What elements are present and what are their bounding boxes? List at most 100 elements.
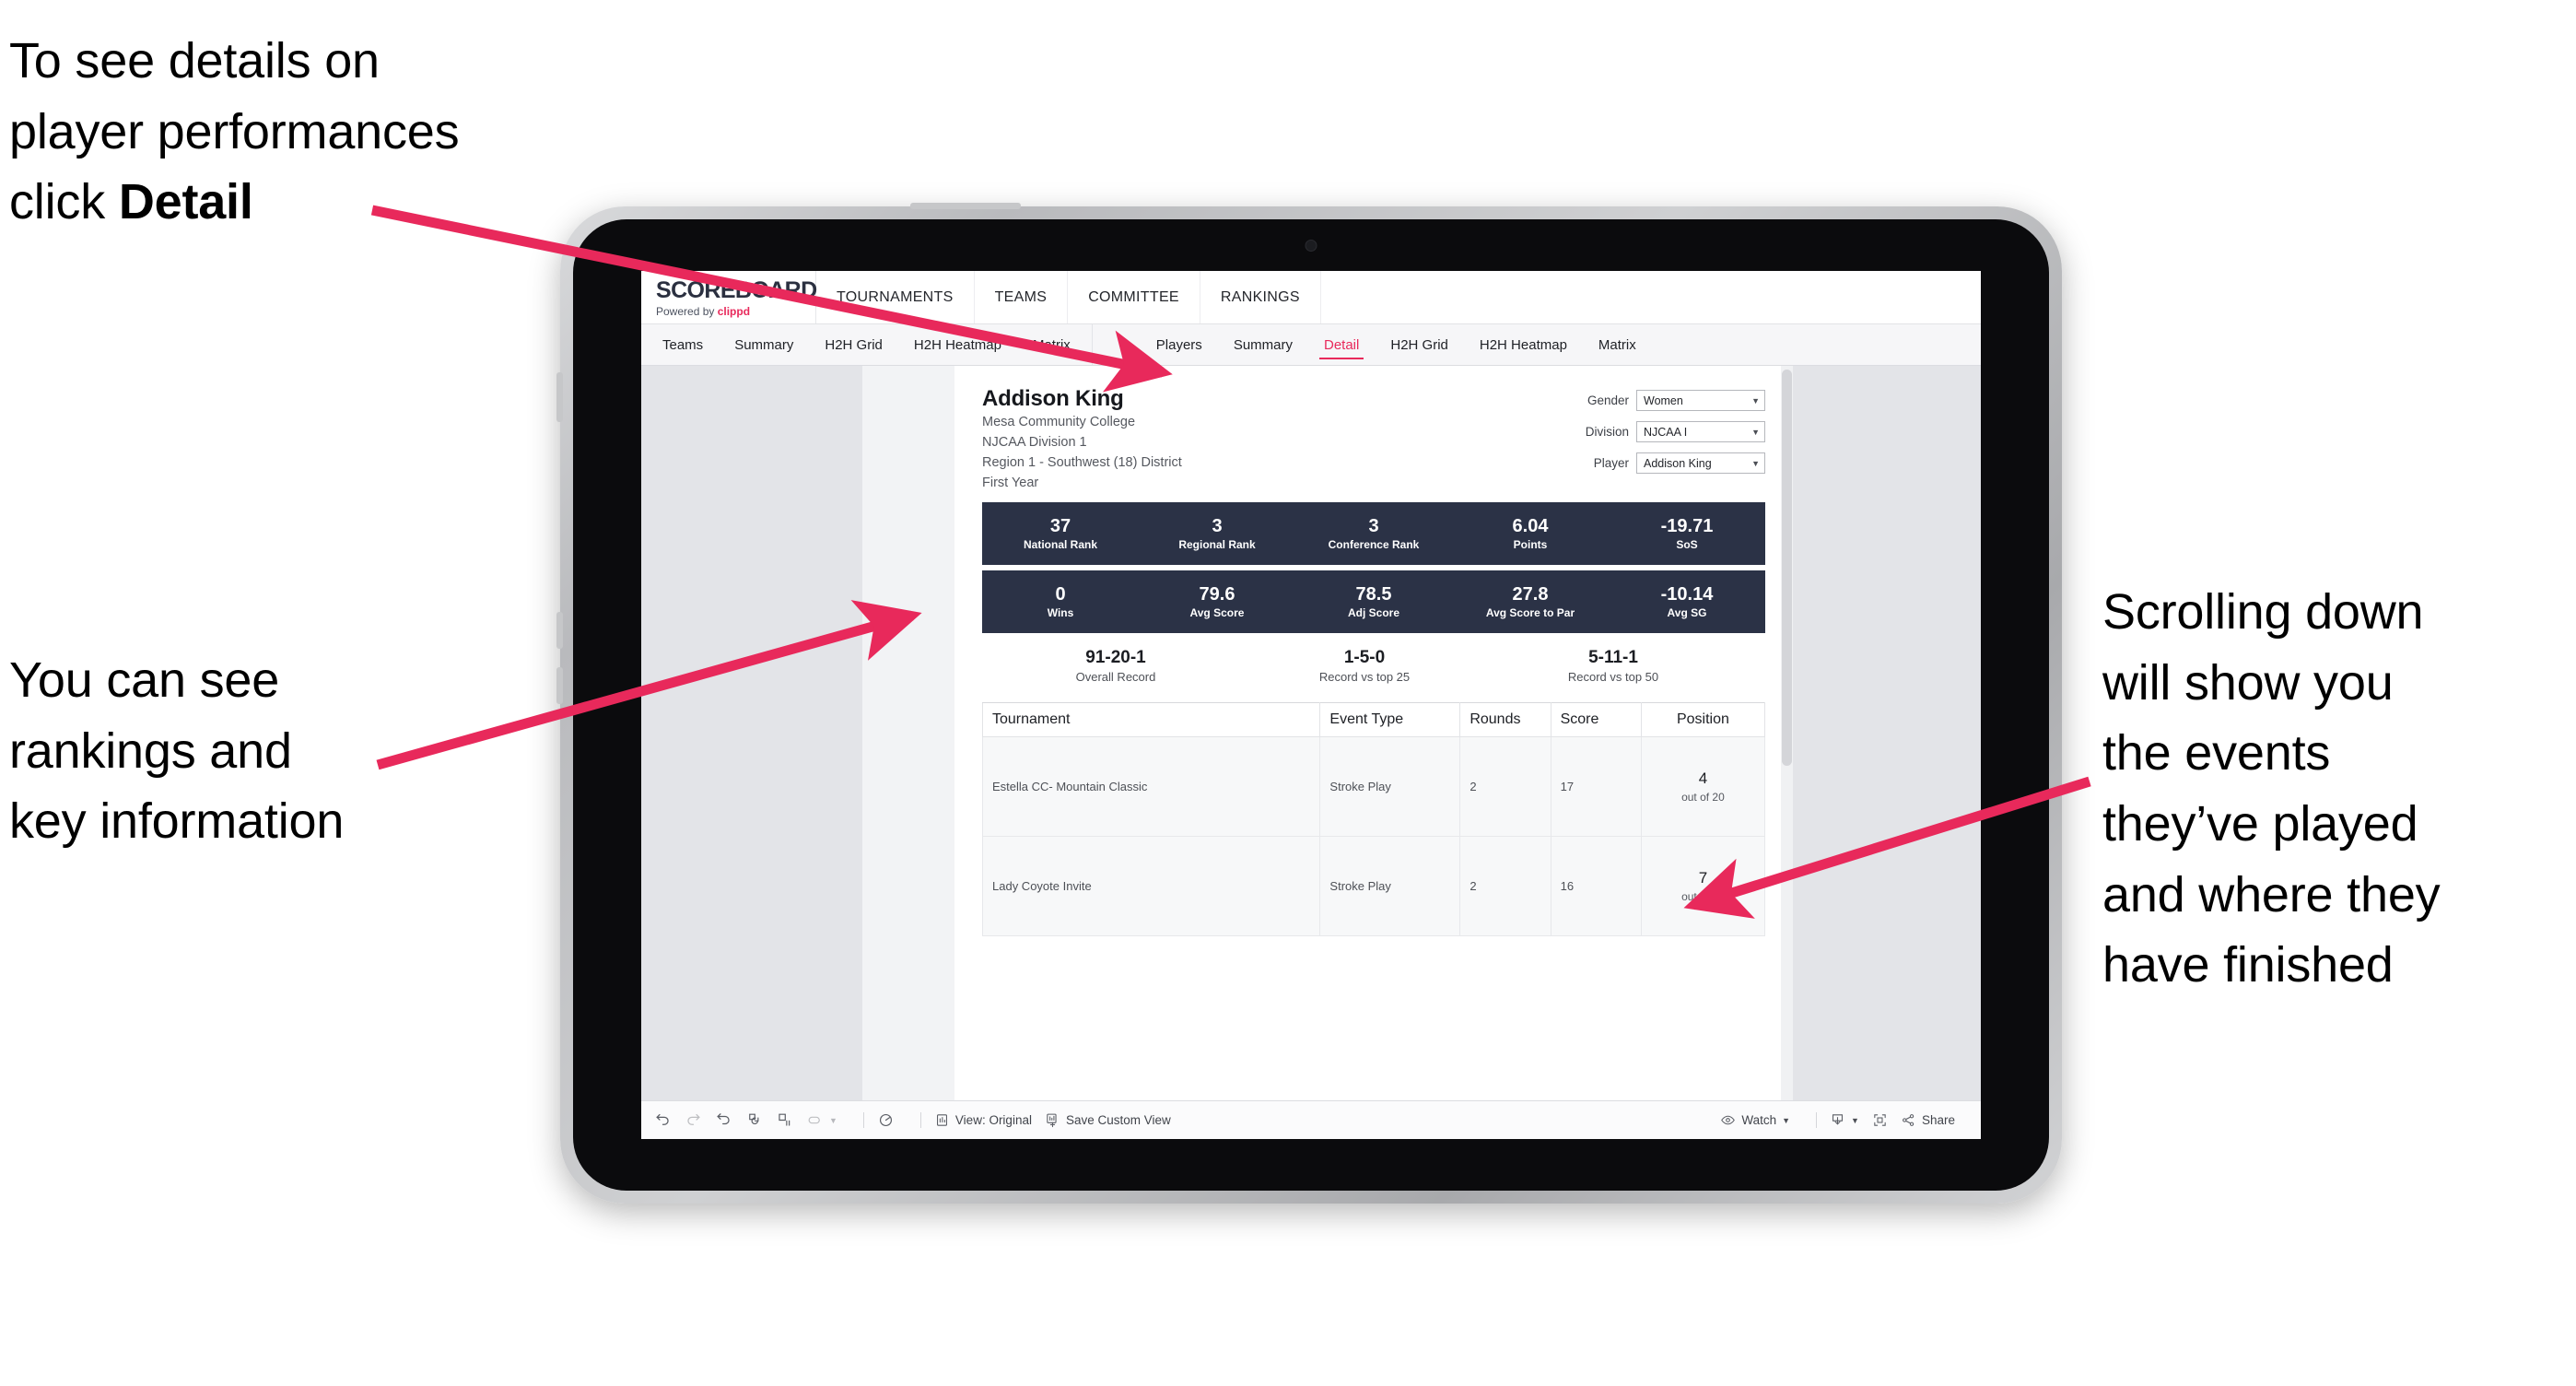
stat-value: 3	[1368, 516, 1379, 537]
column-header-rounds[interactable]: Rounds	[1459, 702, 1551, 738]
tab-players-detail[interactable]: Detail	[1308, 324, 1375, 365]
annotation-line: rankings and	[9, 722, 292, 779]
stat-label: Avg Score to Par	[1485, 606, 1575, 620]
stat-value: 37	[1049, 516, 1071, 537]
viz-container: Addison King Mesa Community College NJCA…	[641, 366, 1981, 1100]
annotation-scroll-events: Scrolling down will show you the events …	[2102, 577, 2563, 1001]
stat-label: Wins	[1047, 606, 1074, 620]
record-value: 1-5-0	[1343, 648, 1386, 668]
column-header-event-type[interactable]: Event Type	[1319, 702, 1461, 738]
cell-score: 16	[1550, 836, 1642, 937]
annotation-line: You can see	[9, 652, 280, 708]
filter-gender-label: Gender	[1587, 393, 1629, 407]
nav-item-rankings[interactable]: RANKINGS	[1200, 271, 1321, 323]
stat-value: 3	[1212, 516, 1223, 537]
records-row: 91-20-1 Overall Record 1-5-0 Record vs t…	[982, 648, 1765, 684]
chevron-down-icon: ▼	[829, 1115, 837, 1125]
redo-button[interactable]	[685, 1111, 702, 1129]
position-field-size: out of 20	[1681, 791, 1725, 805]
chevron-down-icon: ▼	[1751, 427, 1760, 437]
annotation-click-detail: To see details on player performances cl…	[9, 26, 599, 238]
player-header: Addison King Mesa Community College NJCA…	[982, 386, 1765, 493]
auto-update-button[interactable]: ▼	[806, 1111, 837, 1129]
tab-teams[interactable]: Teams	[647, 324, 719, 365]
cell-event-type: Stroke Play	[1319, 836, 1461, 937]
player-identity: Addison King Mesa Community College NJCA…	[982, 386, 1182, 493]
column-header-tournament[interactable]: Tournament	[981, 702, 1321, 738]
clippd-brand: clippd	[717, 304, 751, 318]
save-custom-view-button[interactable]: Save Custom View	[1045, 1112, 1171, 1128]
fullscreen-button[interactable]	[1872, 1112, 1888, 1128]
refresh-data-button[interactable]	[745, 1111, 763, 1129]
stat-label: SoS	[1676, 538, 1698, 552]
stat-avg-sg: -10.14 Avg SG	[1609, 584, 1765, 619]
chevron-down-icon: ▼	[1751, 458, 1760, 468]
app-header: SCOREBOARD Powered by clippd TOURNAMENTS…	[641, 271, 1981, 324]
table-row[interactable]: Lady Coyote Invite Stroke Play 2 16 7 ou…	[981, 836, 1766, 937]
tab-players-summary[interactable]: Summary	[1218, 324, 1308, 365]
tab-teams-summary[interactable]: Summary	[719, 324, 809, 365]
stat-value: -10.14	[1660, 584, 1714, 605]
tab-players-matrix[interactable]: Matrix	[1583, 324, 1652, 365]
nav-item-committee[interactable]: COMMITTEE	[1068, 271, 1200, 323]
filter-panel: Gender Women ▼ Division NJCAA I ▼ Player…	[1558, 386, 1765, 484]
vertical-scrollbar[interactable]	[1781, 366, 1793, 1100]
player-name: Addison King	[982, 386, 1124, 411]
toolbar-divider	[862, 1112, 864, 1128]
filter-division-label: Division	[1585, 425, 1629, 439]
share-button[interactable]: Share	[1901, 1112, 1955, 1128]
stat-sos: -19.71 SoS	[1609, 516, 1765, 551]
stat-label: Points	[1513, 538, 1548, 552]
pause-auto-update-button[interactable]	[776, 1111, 793, 1129]
nav-item-teams[interactable]: TEAMS	[975, 271, 1069, 323]
tab-players[interactable]: Players	[1141, 324, 1218, 365]
watch-button[interactable]: Watch ▼	[1720, 1112, 1790, 1128]
annotation-line: key information	[9, 793, 345, 850]
player-school: Mesa Community College	[982, 415, 1136, 429]
filter-gender-value: Women	[1644, 393, 1683, 407]
cell-tournament: Estella CC- Mountain Classic	[981, 736, 1321, 838]
tab-teams-h2h-heatmap[interactable]: H2H Heatmap	[898, 324, 1017, 365]
scrollbar-thumb[interactable]	[1782, 370, 1792, 766]
volume-up-button	[556, 612, 563, 649]
stat-value: 0	[1055, 584, 1066, 605]
stat-value: 79.6	[1199, 584, 1235, 605]
record-vs-top-25: 1-5-0 Record vs top 25	[1240, 648, 1489, 684]
filter-player-select[interactable]: Addison King ▼	[1636, 452, 1765, 474]
nav-item-tournaments[interactable]: TOURNAMENTS	[816, 271, 975, 323]
pause-refresh-button[interactable]	[877, 1111, 895, 1129]
annotation-rankings-info: You can see rankings and key information	[9, 645, 442, 857]
stat-wins: 0 Wins	[982, 584, 1139, 619]
filter-division-select[interactable]: NJCAA I ▼	[1636, 421, 1765, 442]
position-field-size: out of 20	[1681, 890, 1725, 904]
table-header-row: Tournament Event Type Rounds Score Posit…	[981, 702, 1766, 738]
table-row[interactable]: Estella CC- Mountain Classic Stroke Play…	[981, 736, 1766, 838]
watch-label: Watch	[1741, 1113, 1777, 1127]
player-region: Region 1 - Southwest (18) District	[982, 455, 1182, 471]
tab-teams-matrix[interactable]: Matrix	[1017, 324, 1086, 365]
undo-button[interactable]	[654, 1111, 672, 1129]
player-division: NJCAA Division 1	[982, 435, 1087, 451]
annotation-line: player performances	[9, 103, 460, 159]
revert-button[interactable]	[715, 1111, 732, 1129]
tab-teams-h2h-grid[interactable]: H2H Grid	[809, 324, 898, 365]
filter-gender-select[interactable]: Women ▼	[1636, 390, 1765, 411]
tab-group-divider	[1093, 324, 1135, 365]
chevron-down-icon: ▼	[1851, 1115, 1859, 1125]
annotation-line: have finished	[2102, 937, 2394, 993]
tab-players-h2h-grid[interactable]: H2H Grid	[1375, 324, 1464, 365]
column-header-position[interactable]: Position	[1640, 702, 1766, 738]
column-header-score[interactable]: Score	[1550, 702, 1642, 738]
tab-players-h2h-heatmap[interactable]: H2H Heatmap	[1464, 324, 1583, 365]
record-label: Overall Record	[1075, 670, 1156, 685]
record-vs-top-50: 5-11-1 Record vs top 50	[1489, 648, 1738, 684]
download-button[interactable]: ▼	[1830, 1112, 1859, 1128]
annotation-line: Scrolling down	[2102, 584, 2424, 640]
stat-label: Avg Score	[1189, 606, 1245, 620]
record-overall: 91-20-1 Overall Record	[991, 648, 1240, 684]
view-original-button[interactable]: View: Original	[934, 1112, 1032, 1128]
toolbar-divider	[919, 1112, 921, 1128]
app-logo[interactable]: SCOREBOARD Powered by clippd	[641, 271, 817, 323]
filter-division: Division NJCAA I ▼	[1558, 421, 1765, 442]
filter-player-value: Addison King	[1644, 456, 1712, 470]
